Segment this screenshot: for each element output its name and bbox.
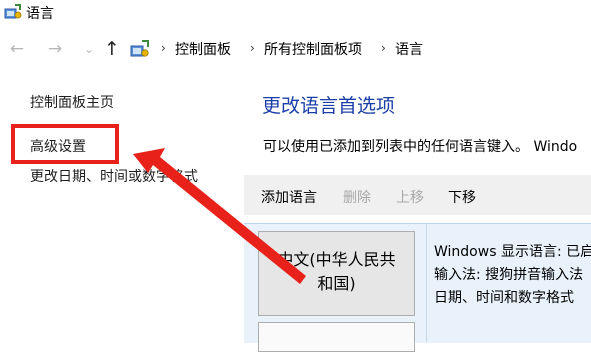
annotation-highlight-box: [11, 124, 119, 164]
forward-arrow-icon[interactable]: →: [46, 32, 64, 66]
page-description: 可以使用已添加到列表中的任何语言键入。 Windo: [263, 139, 578, 155]
breadcrumb-language[interactable]: 语言: [395, 39, 423, 59]
list-divider: [426, 224, 427, 342]
language-name-line: 中文(中华人民共: [277, 250, 396, 269]
language-detail-display: Windows 显示语言: 已启: [434, 244, 591, 260]
window-title: 语言: [26, 6, 54, 22]
title-bar: 语言: [0, 0, 591, 26]
language-name-line: 和国): [317, 274, 356, 293]
page-title: 更改语言首选项: [262, 95, 396, 117]
language-name: 中文(中华人民共 和国): [258, 248, 415, 296]
recent-locations-chevron-icon[interactable]: ⌄: [82, 32, 96, 66]
breadcrumb-separator-icon: ›: [381, 41, 386, 55]
breadcrumb-control-panel[interactable]: 控制面板: [175, 39, 231, 59]
sidebar-link-datetime-format[interactable]: 更改日期、时间或数字格式: [30, 166, 198, 186]
breadcrumb-separator-icon: ›: [250, 41, 255, 55]
move-up-button[interactable]: 上移: [396, 187, 424, 207]
remove-language-button[interactable]: 删除: [343, 187, 371, 207]
move-down-button[interactable]: 下移: [448, 187, 476, 207]
breadcrumb-separator-icon: ›: [161, 41, 166, 55]
control-panel-icon: [4, 4, 22, 19]
up-arrow-icon[interactable]: ↑: [101, 32, 123, 66]
sidebar-link-home[interactable]: 控制面板主页: [30, 92, 114, 112]
language-item-next[interactable]: [258, 322, 415, 352]
breadcrumb-all-items[interactable]: 所有控制面板项: [264, 39, 362, 59]
back-arrow-icon[interactable]: ←: [8, 32, 26, 66]
control-panel-icon: [130, 40, 149, 57]
add-language-button[interactable]: 添加语言: [261, 187, 317, 207]
language-detail-format: 日期、时间和数字格式: [434, 290, 574, 306]
language-detail-input: 输入法: 搜狗拼音输入法: [434, 267, 584, 283]
